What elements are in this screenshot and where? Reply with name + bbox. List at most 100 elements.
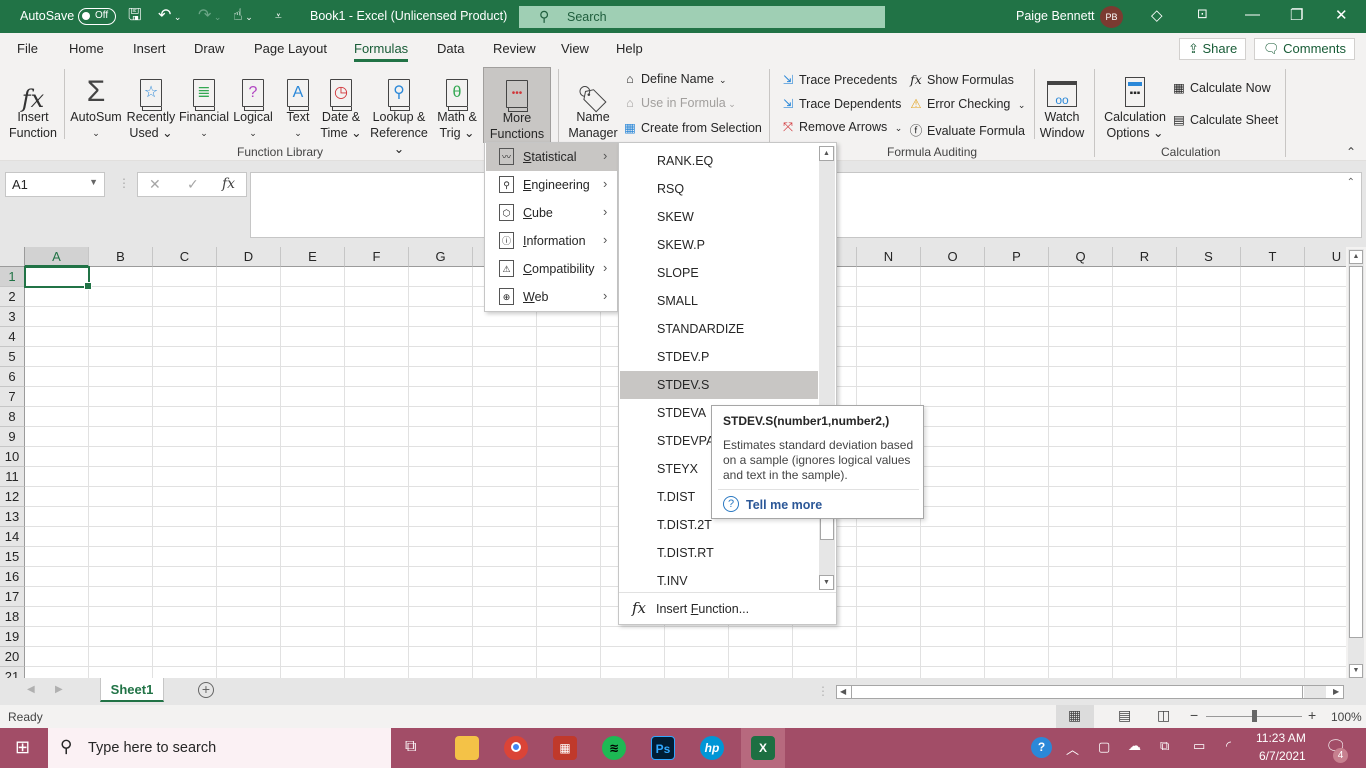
insert-function-fx-icon[interactable]: fx [222,176,235,192]
select-all-button[interactable] [0,247,25,267]
tab-file[interactable]: File [17,41,38,56]
horizontal-scrollbar[interactable]: ◀ ▶ [836,685,1344,699]
insert-function-button[interactable]: fx Insert Function [5,65,61,145]
avatar[interactable]: PB [1100,6,1123,28]
lookup-reference-button[interactable]: ⚲ Lookup & Reference ⌄ [366,65,432,156]
name-box-dropdown-icon[interactable]: ▼ [89,177,98,187]
spotify-icon[interactable]: ≋ [602,736,626,760]
row-header-1[interactable]: 1 [0,267,25,287]
logical-button[interactable]: ? Logical ⌄ [230,65,276,145]
math-trig-button[interactable]: θ Math & Trig ⌄ [434,65,480,145]
function-item[interactable]: STDEV.P [620,343,818,371]
function-item[interactable]: T.DIST.RT [620,539,818,567]
column-header-r[interactable]: R [1113,247,1177,267]
column-header-t[interactable]: T [1241,247,1305,267]
tab-view[interactable]: View [561,41,589,56]
wifi-icon[interactable]: ◜ [1226,738,1231,754]
function-item[interactable]: T.INV [620,567,818,595]
row-header-8[interactable]: 8 [0,407,25,427]
ribbon-display-icon[interactable]: ⊡ [1197,6,1208,22]
vertical-scrollbar[interactable]: ▲ ▼ [1348,249,1364,679]
column-header-f[interactable]: F [345,247,409,267]
tab-review[interactable]: Review [493,41,536,56]
recently-used-button[interactable]: ☆ Recently Used ⌄ [124,65,178,145]
tab-insert[interactable]: Insert [133,41,166,56]
tab-draw[interactable]: Draw [194,41,224,56]
meet-now-icon[interactable]: ▢ [1098,739,1110,755]
clock-time[interactable]: 11:23 AM [1256,731,1306,745]
help-icon[interactable]: ? [1031,737,1052,758]
calculation-options-button[interactable]: ▪▪▪ Calculation Options ⌄ [1103,65,1167,145]
function-item[interactable]: SKEW.P [620,231,818,259]
function-item[interactable]: SKEW [620,203,818,231]
menu-item-web[interactable]: ⊕ Web › [486,283,618,311]
zoom-slider-thumb[interactable] [1252,710,1257,722]
evaluate-formula-button[interactable]: ⓕ Evaluate Formula [908,120,1025,139]
row-header-13[interactable]: 13 [0,507,25,527]
onedrive-icon[interactable]: ☁ [1128,738,1141,754]
tab-help[interactable]: Help [616,41,643,56]
function-list-scrollbar[interactable]: ▲ ▼ [819,146,835,590]
function-item[interactable]: STDEV.S [620,371,818,399]
row-header-16[interactable]: 16 [0,567,25,587]
zoom-level[interactable]: 100% [1331,710,1362,724]
menu-item-cube[interactable]: ⬡ Cube › [486,199,618,227]
zoom-slider[interactable] [1206,710,1302,722]
scroll-down-icon[interactable]: ▼ [819,575,834,590]
page-layout-view-icon[interactable]: ▤ [1118,707,1131,724]
windows-start-icon[interactable]: ⊞ [15,737,30,758]
function-item[interactable]: SMALL [620,287,818,315]
row-header-21[interactable]: 21 [0,667,25,678]
error-checking-button[interactable]: ⚠ Error Checking ⌄ [908,96,1025,111]
row-header-7[interactable]: 7 [0,387,25,407]
collapse-formula-bar-icon[interactable]: ⌃ [1347,177,1355,188]
cancel-icon[interactable]: ✕ [149,176,161,193]
security-app-icon[interactable]: ▦ [553,736,577,760]
excel-taskbar-button[interactable]: X [741,728,785,768]
row-header-15[interactable]: 15 [0,547,25,567]
task-view-icon[interactable]: ⧉ [405,738,416,756]
row-header-9[interactable]: 9 [0,427,25,447]
selected-cell[interactable] [24,266,92,290]
search-box[interactable]: ⚲ Search [519,6,885,28]
column-header-c[interactable]: C [153,247,217,267]
page-break-view-icon[interactable]: ◫ [1157,707,1170,724]
watch-window-button[interactable]: oo Watch Window [1038,65,1086,145]
row-header-11[interactable]: 11 [0,467,25,487]
chrome-icon[interactable] [504,736,528,760]
column-header-a[interactable]: A [25,247,89,267]
customize-qat-icon[interactable]: ⩡ [275,7,282,25]
function-item[interactable]: RSQ [620,175,818,203]
row-header-4[interactable]: 4 [0,327,25,347]
column-header-b[interactable]: B [89,247,153,267]
column-header-u[interactable]: U [1305,247,1346,267]
column-header-d[interactable]: D [217,247,281,267]
scroll-up-icon[interactable]: ▲ [1349,250,1363,264]
function-item[interactable]: STANDARDIZE [620,315,818,343]
collapse-ribbon-icon[interactable]: ⌃ [1346,145,1356,159]
name-manager-button[interactable]: 🏷 Name Manager [566,65,620,145]
financial-button[interactable]: ≣ Financial ⌄ [177,65,231,145]
name-box[interactable]: A1 ▼ [5,172,105,197]
trace-precedents-button[interactable]: ⇲ Trace Precedents [780,72,897,87]
text-button[interactable]: A Text ⌄ [280,65,316,145]
menu-item-compatibility[interactable]: ⚠ Compatibility › [486,255,618,283]
formula-bar-grip-icon[interactable]: ⋮ [118,176,130,190]
menu-item-engineering[interactable]: ⚲ Engineering › [486,171,618,199]
battery-icon[interactable]: ▭ [1193,738,1205,754]
zoom-in-icon[interactable]: + [1308,707,1316,723]
undo-icon[interactable]: ↶ ⌄ [158,7,181,26]
column-header-g[interactable]: G [409,247,473,267]
tab-data[interactable]: Data [437,41,464,56]
minimize-icon[interactable]: — [1245,6,1260,23]
row-header-3[interactable]: 3 [0,307,25,327]
column-header-n[interactable]: N [857,247,921,267]
tab-formulas[interactable]: Formulas [354,41,409,62]
more-functions-button[interactable]: ••• More Functions ⌄ [483,67,551,157]
row-header-10[interactable]: 10 [0,447,25,467]
normal-view-button[interactable]: ▦ [1056,705,1094,728]
restore-icon[interactable]: ❐ [1290,6,1303,24]
show-hidden-icons[interactable]: ︿ [1066,739,1079,758]
photoshop-icon[interactable]: Ps [651,736,675,760]
enter-icon[interactable]: ✓ [187,176,199,193]
